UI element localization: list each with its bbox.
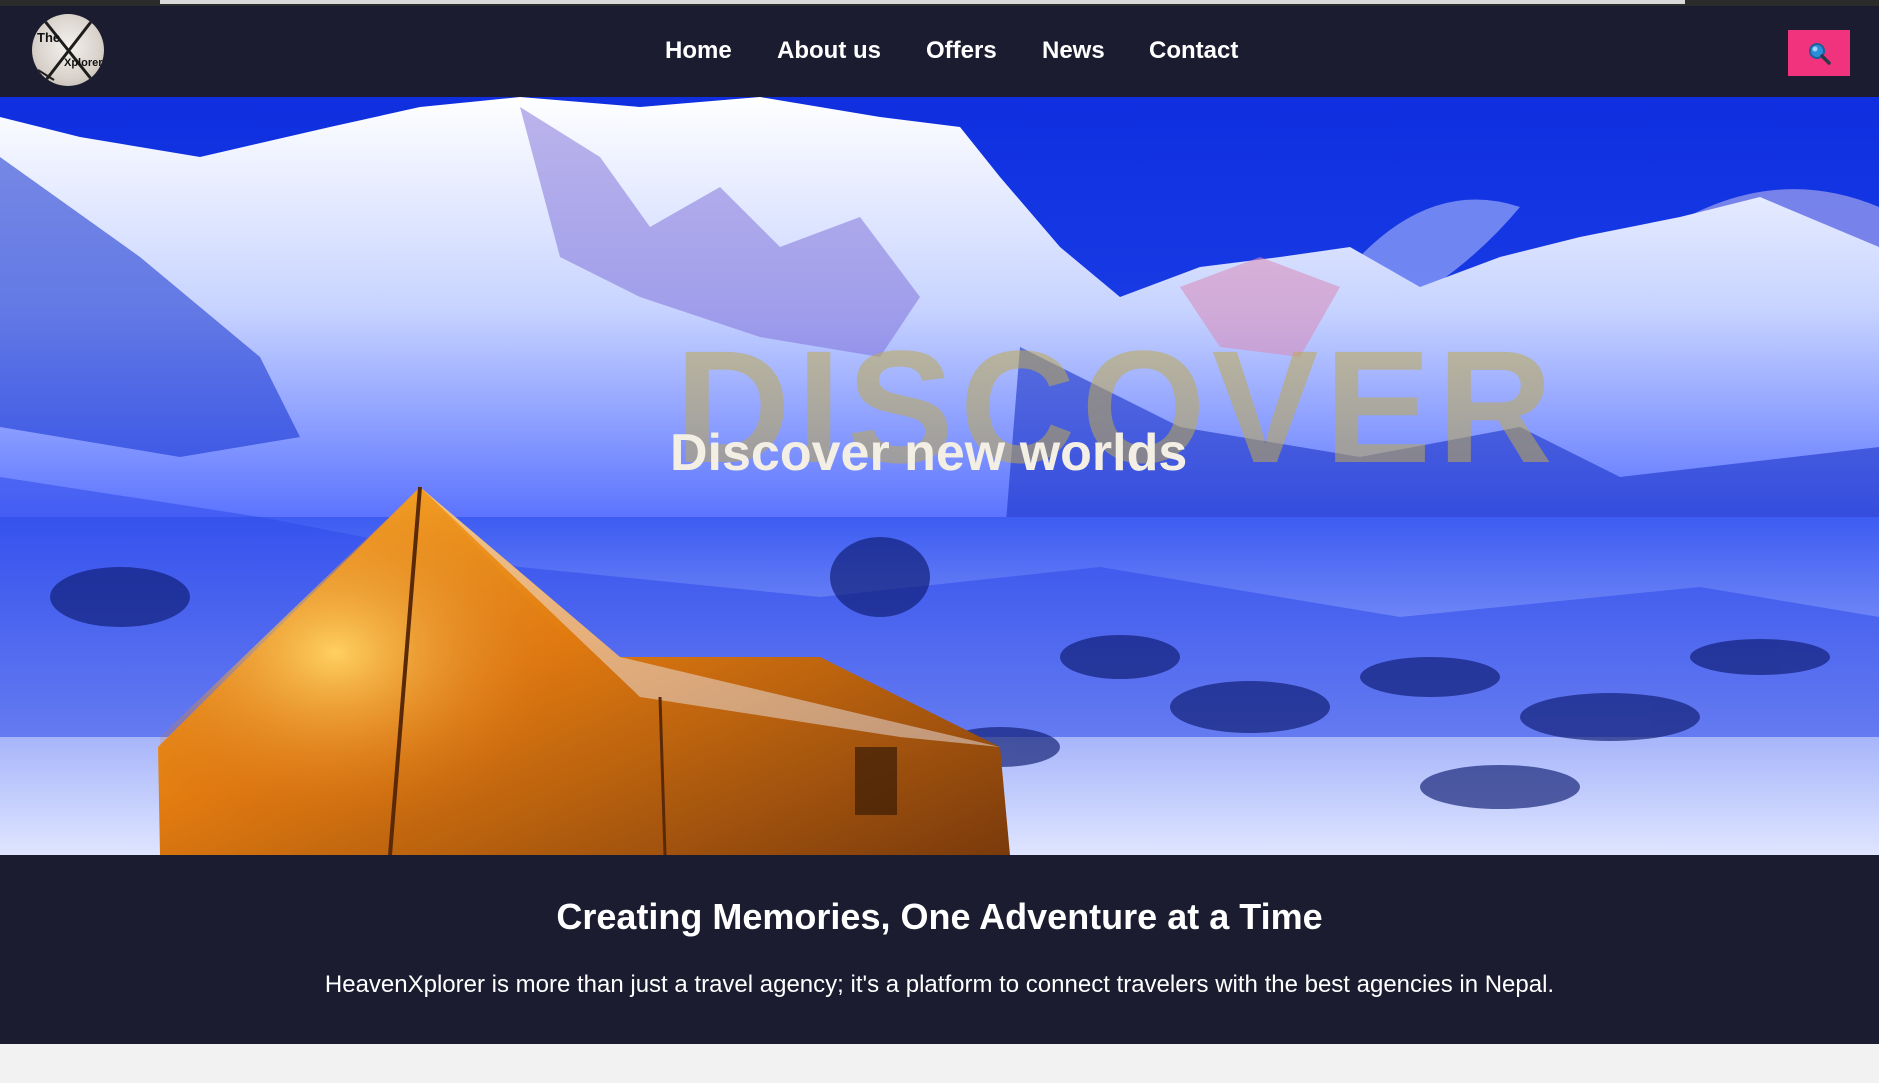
search-icon [1809,43,1831,65]
search-button[interactable] [1788,30,1850,76]
nav-contact[interactable]: Contact [1149,36,1238,66]
nav-news[interactable]: News [1042,36,1105,66]
nav-home[interactable]: Home [665,36,732,66]
hero-title: Discover new worlds [670,424,1188,482]
navbar: The Xplorer Home About us Offers News Co… [0,6,1879,97]
main-nav: Home About us Offers News Contact [0,6,1879,97]
about-text: HeavenXplorer is more than just a travel… [324,971,1555,998]
scrollbar-thumb[interactable] [160,0,1685,4]
about-title: Creating Memories, One Adventure at a Ti… [556,896,1323,937]
nav-offers[interactable]: Offers [926,36,997,66]
hero-banner: DISCOVER Discover new worlds [0,97,1879,855]
page-background [0,1044,1879,1083]
nav-about-us[interactable]: About us [777,36,881,66]
about-section: Creating Memories, One Adventure at a Ti… [0,855,1879,1044]
